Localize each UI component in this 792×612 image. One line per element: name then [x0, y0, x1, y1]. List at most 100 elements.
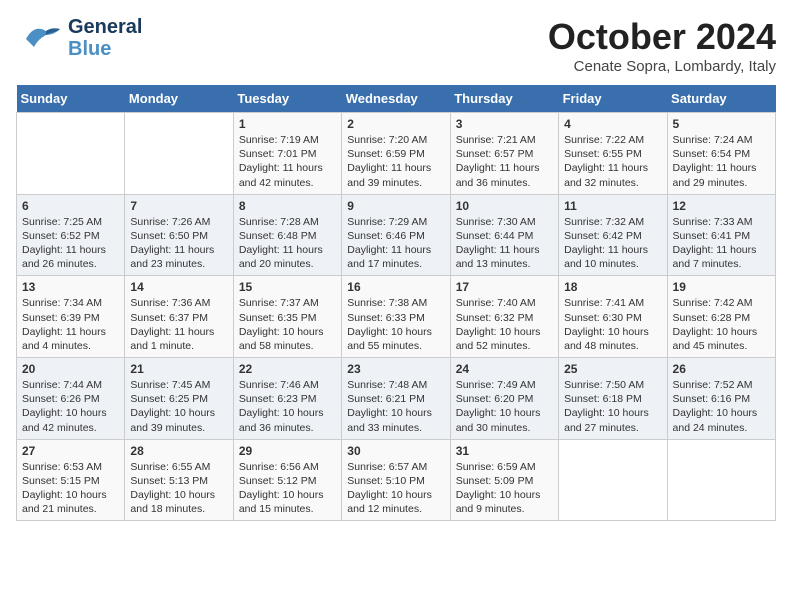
- daylight-text: Daylight: 11 hours and 23 minutes.: [130, 243, 227, 271]
- daylight-text: Daylight: 11 hours and 26 minutes.: [22, 243, 119, 271]
- calendar-cell: 28Sunrise: 6:55 AMSunset: 5:13 PMDayligh…: [125, 439, 233, 521]
- header-thursday: Thursday: [450, 85, 558, 113]
- sunset-text: Sunset: 6:21 PM: [347, 392, 444, 406]
- sunset-text: Sunset: 6:48 PM: [239, 229, 336, 243]
- daylight-text: Daylight: 10 hours and 52 minutes.: [456, 325, 553, 353]
- header-sunday: Sunday: [17, 85, 125, 113]
- sunrise-text: Sunrise: 7:24 AM: [673, 133, 770, 147]
- sunset-text: Sunset: 6:20 PM: [456, 392, 553, 406]
- calendar-cell: 29Sunrise: 6:56 AMSunset: 5:12 PMDayligh…: [233, 439, 341, 521]
- sunrise-text: Sunrise: 7:44 AM: [22, 378, 119, 392]
- cell-content: Sunrise: 7:19 AMSunset: 7:01 PMDaylight:…: [239, 133, 336, 190]
- daylight-text: Daylight: 10 hours and 30 minutes.: [456, 406, 553, 434]
- daylight-text: Daylight: 11 hours and 20 minutes.: [239, 243, 336, 271]
- sunset-text: Sunset: 6:57 PM: [456, 147, 553, 161]
- calendar-cell: 23Sunrise: 7:48 AMSunset: 6:21 PMDayligh…: [342, 358, 450, 440]
- calendar-cell: 2Sunrise: 7:20 AMSunset: 6:59 PMDaylight…: [342, 113, 450, 195]
- day-number: 2: [347, 117, 444, 131]
- sunset-text: Sunset: 5:13 PM: [130, 474, 227, 488]
- daylight-text: Daylight: 11 hours and 17 minutes.: [347, 243, 444, 271]
- sunrise-text: Sunrise: 7:38 AM: [347, 296, 444, 310]
- cell-content: Sunrise: 7:32 AMSunset: 6:42 PMDaylight:…: [564, 215, 661, 272]
- day-number: 1: [239, 117, 336, 131]
- calendar-cell: 24Sunrise: 7:49 AMSunset: 6:20 PMDayligh…: [450, 358, 558, 440]
- cell-content: Sunrise: 7:30 AMSunset: 6:44 PMDaylight:…: [456, 215, 553, 272]
- cell-content: Sunrise: 7:21 AMSunset: 6:57 PMDaylight:…: [456, 133, 553, 190]
- sunset-text: Sunset: 6:30 PM: [564, 311, 661, 325]
- cell-content: Sunrise: 6:55 AMSunset: 5:13 PMDaylight:…: [130, 460, 227, 517]
- calendar-cell: 16Sunrise: 7:38 AMSunset: 6:33 PMDayligh…: [342, 276, 450, 358]
- sunset-text: Sunset: 5:10 PM: [347, 474, 444, 488]
- daylight-text: Daylight: 10 hours and 48 minutes.: [564, 325, 661, 353]
- header-monday: Monday: [125, 85, 233, 113]
- calendar-week-5: 27Sunrise: 6:53 AMSunset: 5:15 PMDayligh…: [17, 439, 776, 521]
- calendar-cell: 20Sunrise: 7:44 AMSunset: 6:26 PMDayligh…: [17, 358, 125, 440]
- title-block: October 2024 Cenate Sopra, Lombardy, Ita…: [548, 16, 776, 75]
- cell-content: Sunrise: 7:46 AMSunset: 6:23 PMDaylight:…: [239, 378, 336, 435]
- daylight-text: Daylight: 11 hours and 29 minutes.: [673, 161, 770, 189]
- cell-content: Sunrise: 7:49 AMSunset: 6:20 PMDaylight:…: [456, 378, 553, 435]
- cell-content: Sunrise: 7:42 AMSunset: 6:28 PMDaylight:…: [673, 296, 770, 353]
- calendar-week-4: 20Sunrise: 7:44 AMSunset: 6:26 PMDayligh…: [17, 358, 776, 440]
- sunrise-text: Sunrise: 7:19 AM: [239, 133, 336, 147]
- daylight-text: Daylight: 10 hours and 15 minutes.: [239, 488, 336, 516]
- cell-content: Sunrise: 6:59 AMSunset: 5:09 PMDaylight:…: [456, 460, 553, 517]
- sunrise-text: Sunrise: 7:48 AM: [347, 378, 444, 392]
- cell-content: Sunrise: 7:38 AMSunset: 6:33 PMDaylight:…: [347, 296, 444, 353]
- calendar-cell: 8Sunrise: 7:28 AMSunset: 6:48 PMDaylight…: [233, 194, 341, 276]
- cell-content: Sunrise: 7:37 AMSunset: 6:35 PMDaylight:…: [239, 296, 336, 353]
- sunrise-text: Sunrise: 7:28 AM: [239, 215, 336, 229]
- sunrise-text: Sunrise: 7:37 AM: [239, 296, 336, 310]
- day-number: 9: [347, 199, 444, 213]
- sunrise-text: Sunrise: 7:52 AM: [673, 378, 770, 392]
- day-number: 13: [22, 280, 119, 294]
- day-number: 17: [456, 280, 553, 294]
- day-number: 18: [564, 280, 661, 294]
- header-wednesday: Wednesday: [342, 85, 450, 113]
- sunrise-text: Sunrise: 6:57 AM: [347, 460, 444, 474]
- sunset-text: Sunset: 6:26 PM: [22, 392, 119, 406]
- day-number: 26: [673, 362, 770, 376]
- calendar-cell: 31 Sunrise: 6:59 AMSunset: 5:09 PMDayligh…: [450, 439, 558, 521]
- day-number: 30: [347, 444, 444, 458]
- day-number: 31: [456, 444, 553, 458]
- header-saturday: Saturday: [667, 85, 775, 113]
- daylight-text: Daylight: 11 hours and 7 minutes.: [673, 243, 770, 271]
- calendar-cell: 11Sunrise: 7:32 AMSunset: 6:42 PMDayligh…: [559, 194, 667, 276]
- daylight-text: Daylight: 11 hours and 10 minutes.: [564, 243, 661, 271]
- sunset-text: Sunset: 6:59 PM: [347, 147, 444, 161]
- calendar-cell: 4Sunrise: 7:22 AMSunset: 6:55 PMDaylight…: [559, 113, 667, 195]
- daylight-text: Daylight: 10 hours and 18 minutes.: [130, 488, 227, 516]
- daylight-text: Daylight: 11 hours and 36 minutes.: [456, 161, 553, 189]
- sunset-text: Sunset: 6:46 PM: [347, 229, 444, 243]
- sunrise-text: Sunrise: 7:32 AM: [564, 215, 661, 229]
- day-number: 23: [347, 362, 444, 376]
- header-friday: Friday: [559, 85, 667, 113]
- day-number: 5: [673, 117, 770, 131]
- cell-content: Sunrise: 7:33 AMSunset: 6:41 PMDaylight:…: [673, 215, 770, 272]
- cell-content: Sunrise: 7:41 AMSunset: 6:30 PMDaylight:…: [564, 296, 661, 353]
- day-number: 22: [239, 362, 336, 376]
- calendar-cell: 10Sunrise: 7:30 AMSunset: 6:44 PMDayligh…: [450, 194, 558, 276]
- daylight-text: Daylight: 10 hours and 55 minutes.: [347, 325, 444, 353]
- day-number: 25: [564, 362, 661, 376]
- calendar-cell: [17, 113, 125, 195]
- cell-content: Sunrise: 7:26 AMSunset: 6:50 PMDaylight:…: [130, 215, 227, 272]
- daylight-text: Daylight: 10 hours and 9 minutes.: [456, 488, 553, 516]
- cell-content: Sunrise: 7:40 AMSunset: 6:32 PMDaylight:…: [456, 296, 553, 353]
- sunrise-text: Sunrise: 6:56 AM: [239, 460, 336, 474]
- sunrise-text: Sunrise: 6:59 AM: [456, 460, 553, 474]
- sunset-text: Sunset: 6:55 PM: [564, 147, 661, 161]
- calendar-cell: 7Sunrise: 7:26 AMSunset: 6:50 PMDaylight…: [125, 194, 233, 276]
- sunset-text: Sunset: 6:44 PM: [456, 229, 553, 243]
- sunrise-text: Sunrise: 7:46 AM: [239, 378, 336, 392]
- sunset-text: Sunset: 6:52 PM: [22, 229, 119, 243]
- cell-content: Sunrise: 7:24 AMSunset: 6:54 PMDaylight:…: [673, 133, 770, 190]
- sunset-text: Sunset: 5:09 PM: [456, 474, 553, 488]
- day-number: 15: [239, 280, 336, 294]
- sunrise-text: Sunrise: 7:36 AM: [130, 296, 227, 310]
- day-number: 19: [673, 280, 770, 294]
- daylight-text: Daylight: 10 hours and 39 minutes.: [130, 406, 227, 434]
- daylight-text: Daylight: 10 hours and 24 minutes.: [673, 406, 770, 434]
- calendar-cell: 6Sunrise: 7:25 AMSunset: 6:52 PMDaylight…: [17, 194, 125, 276]
